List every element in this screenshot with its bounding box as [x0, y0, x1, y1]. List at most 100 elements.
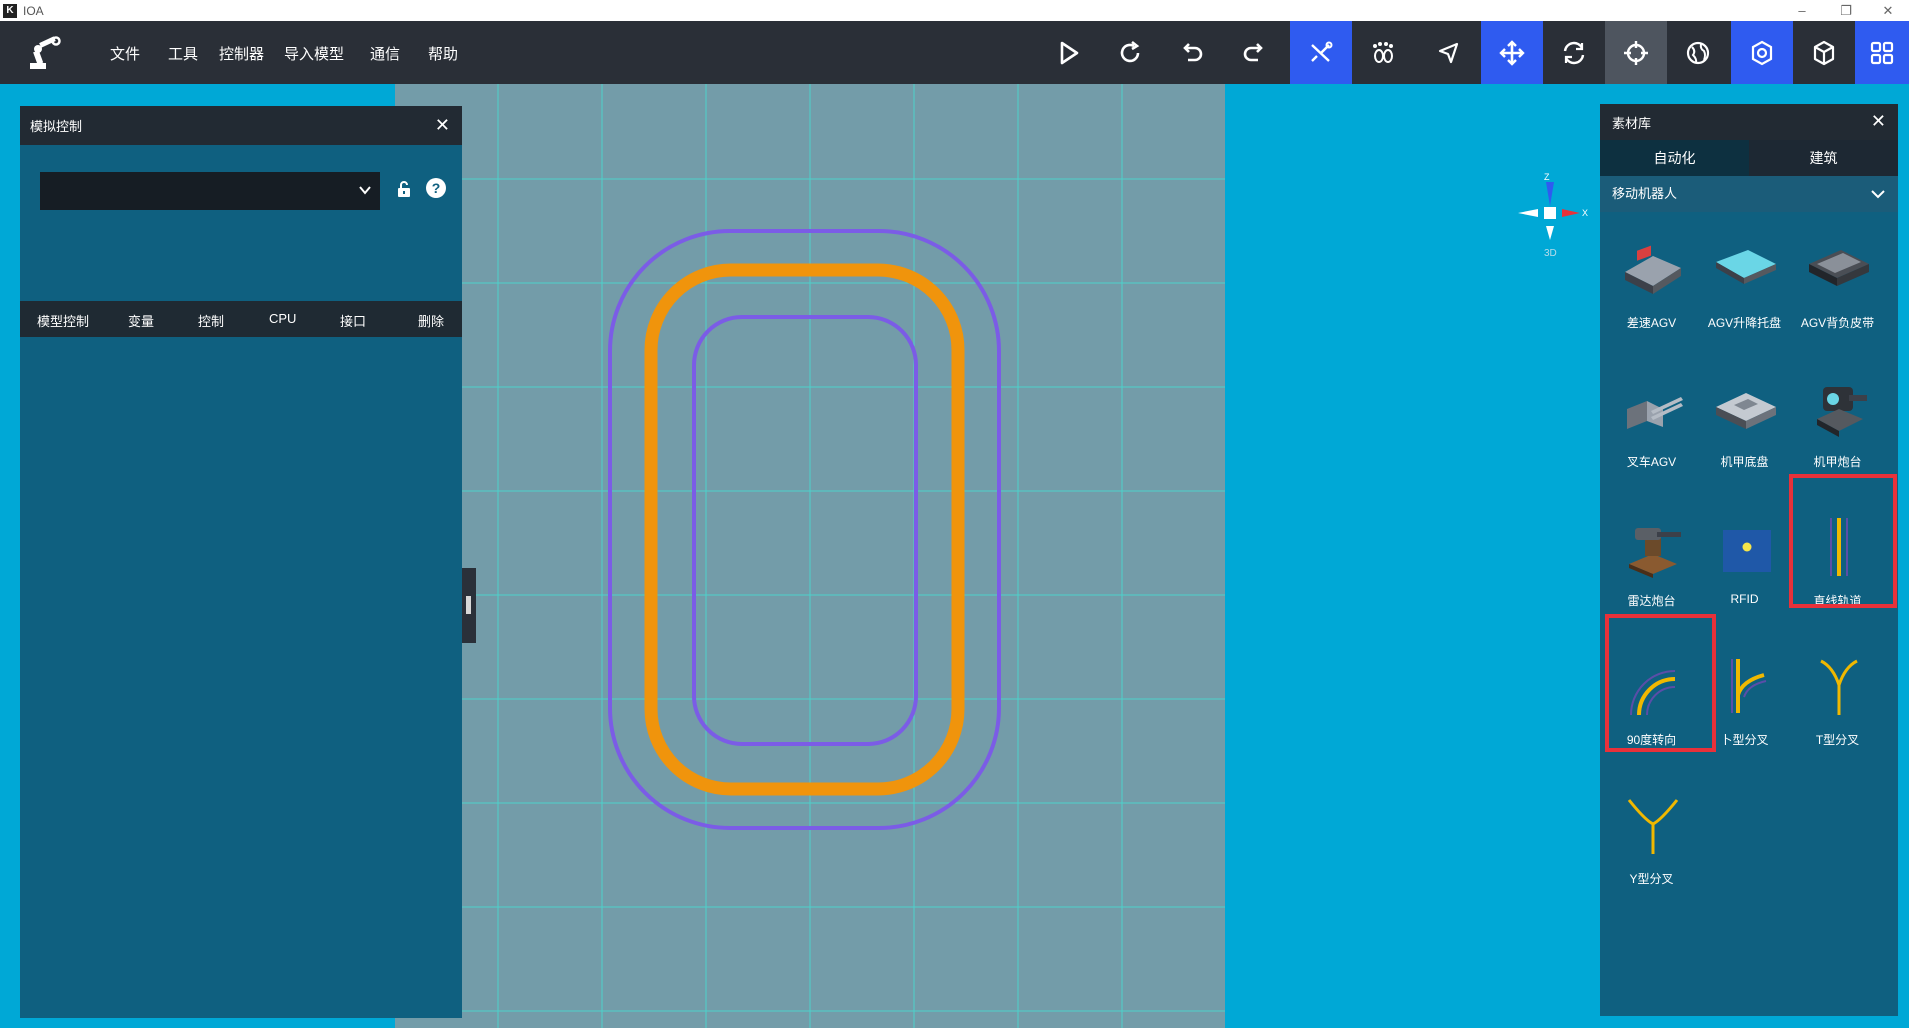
library-item-label: 机甲底盘	[1720, 455, 1769, 469]
tab-model-control[interactable]: 模型控制	[37, 311, 89, 330]
library-header: 素材库 ✕	[1600, 104, 1898, 140]
library-item-agv-lift-tray[interactable]: AGV升降托盘	[1698, 216, 1791, 354]
library-item-label: RFID	[1730, 592, 1759, 606]
library-item-label: Y型分叉	[1629, 872, 1674, 886]
settings-button[interactable]	[1731, 21, 1793, 84]
path-icon	[1311, 41, 1333, 62]
move-icon	[1499, 39, 1525, 66]
library-item-radar-turret[interactable]: 雷达炮台	[1605, 494, 1698, 632]
rfid-icon	[1723, 530, 1771, 572]
sim-panel-header: 模拟控制 ✕	[20, 106, 462, 145]
library-item-forklift-agv[interactable]: 叉车AGV	[1605, 355, 1698, 493]
menu-file[interactable]: 文件	[110, 43, 140, 64]
menu-communication[interactable]: 通信	[370, 43, 400, 64]
window-titlebar: K IOA – ❐ ✕	[0, 0, 1909, 21]
close-window-button[interactable]: ✕	[1866, 0, 1909, 21]
app-icon: K	[3, 3, 17, 18]
library-item-rfid[interactable]: RFID	[1698, 494, 1791, 632]
grid-icon	[1870, 41, 1894, 64]
library-title: 素材库	[1612, 115, 1652, 131]
differential-agv-icon	[1625, 245, 1681, 294]
model-view-button[interactable]	[1793, 21, 1855, 84]
library-tabs: 自动化 建筑	[1600, 140, 1898, 176]
category-label: 移动机器人	[1612, 186, 1678, 201]
chevron-down-icon	[359, 186, 371, 195]
library-item-mech-turret[interactable]: 机甲炮台	[1791, 355, 1884, 493]
paw-icon	[1373, 41, 1393, 63]
path-tool-button[interactable]	[1290, 21, 1352, 84]
cube-icon	[1813, 40, 1835, 65]
library-item-differential-agv[interactable]: 差速AGV	[1605, 216, 1698, 354]
help-icon[interactable]: ?	[426, 178, 446, 198]
footprint-tool-button[interactable]	[1352, 21, 1414, 84]
robot-arm-logo-icon	[30, 36, 61, 69]
rotate-icon	[1563, 41, 1585, 64]
tab-automation[interactable]: 自动化	[1600, 140, 1749, 176]
redo-button[interactable]	[1223, 21, 1285, 84]
bu-fork-icon	[1731, 659, 1767, 713]
panel-grid-button[interactable]	[1855, 21, 1909, 84]
target-tool-button[interactable]	[1605, 21, 1667, 84]
globe-icon	[1686, 41, 1710, 64]
sim-panel-title: 模拟控制	[30, 119, 83, 134]
tab-architecture[interactable]: 建筑	[1749, 140, 1898, 176]
library-item-label: 叉车AGV	[1626, 455, 1677, 469]
tab-control[interactable]: 控制	[198, 311, 224, 330]
t-fork-icon	[1820, 659, 1858, 715]
library-close-icon[interactable]: ✕	[1871, 111, 1886, 132]
floor-grid[interactable]	[395, 84, 1225, 1028]
highlight-box-turn-90	[1605, 614, 1716, 752]
track-outer-loop	[608, 229, 1001, 830]
minimize-button[interactable]: –	[1780, 0, 1824, 21]
main-toolbar: 文件 工具 控制器 导入模型 通信 帮助	[0, 21, 1909, 84]
mech-turret-icon	[1817, 387, 1867, 437]
sim-panel-tabs: 模型控制 变量 控制 CPU 接口 删除	[20, 301, 462, 337]
globe-tool-button[interactable]	[1667, 21, 1729, 84]
gizmo-z-label: Z	[1544, 172, 1550, 182]
redo-icon	[1243, 42, 1263, 61]
y-fork-icon	[1627, 799, 1679, 854]
material-library-panel: 素材库 ✕ 自动化 建筑 移动机器人 差速AGV AGV升降托盘 AGV背负皮带	[1600, 104, 1898, 1016]
agv-lift-tray-icon	[1716, 250, 1776, 284]
tab-delete[interactable]: 删除	[418, 311, 444, 330]
select-tool-button[interactable]	[1418, 21, 1480, 84]
target-icon	[1624, 40, 1648, 65]
library-item-mech-chassis[interactable]: 机甲底盘	[1698, 355, 1791, 493]
select-icon	[1438, 42, 1459, 63]
chevron-down-icon	[1871, 190, 1885, 199]
library-item-agv-belt[interactable]: AGV背负皮带	[1791, 216, 1884, 354]
simulation-control-panel: 模拟控制 ✕ ? 模型控制 变量 控制 CPU 接口 删除	[20, 106, 462, 1018]
panel-collapse-handle[interactable]	[462, 568, 476, 643]
undo-button[interactable]	[1161, 21, 1223, 84]
move-tool-button[interactable]	[1481, 21, 1543, 84]
menu-tools[interactable]: 工具	[168, 43, 198, 64]
tab-variables[interactable]: 变量	[128, 311, 154, 330]
tab-interface[interactable]: 接口	[340, 311, 366, 330]
library-item-label: 差速AGV	[1626, 316, 1677, 330]
reset-button[interactable]	[1099, 21, 1161, 84]
gizmo-x-label: X	[1582, 208, 1588, 218]
menu-controller[interactable]: 控制器	[219, 43, 264, 64]
library-item-label: T型分叉	[1815, 733, 1860, 747]
library-item-t-fork[interactable]: T型分叉	[1791, 633, 1884, 771]
sim-panel-close-icon[interactable]: ✕	[435, 115, 450, 136]
settings-icon	[1751, 40, 1773, 65]
menu-help[interactable]: 帮助	[428, 43, 458, 64]
library-item-label: AGV背负皮带	[1800, 316, 1875, 330]
track-inner-loop	[692, 315, 918, 746]
orientation-gizmo[interactable]: Z X 3D	[1510, 168, 1590, 258]
grid-and-track-canvas	[395, 84, 1225, 1028]
restore-button[interactable]: ❐	[1824, 0, 1868, 21]
menu-import-model[interactable]: 导入模型	[284, 43, 344, 64]
library-item-y-fork[interactable]: Y型分叉	[1605, 772, 1698, 910]
controller-select[interactable]	[40, 172, 380, 210]
agv-belt-icon	[1809, 250, 1869, 286]
lock-icon[interactable]	[396, 180, 412, 198]
tab-cpu[interactable]: CPU	[269, 311, 296, 326]
rotate-tool-button[interactable]	[1543, 21, 1605, 84]
highlight-box-straight-track	[1789, 474, 1897, 608]
library-item-label: AGV升降托盘	[1707, 316, 1782, 330]
category-dropdown[interactable]: 移动机器人	[1600, 176, 1898, 212]
forklift-agv-icon	[1627, 397, 1683, 429]
play-button[interactable]	[1037, 21, 1099, 84]
